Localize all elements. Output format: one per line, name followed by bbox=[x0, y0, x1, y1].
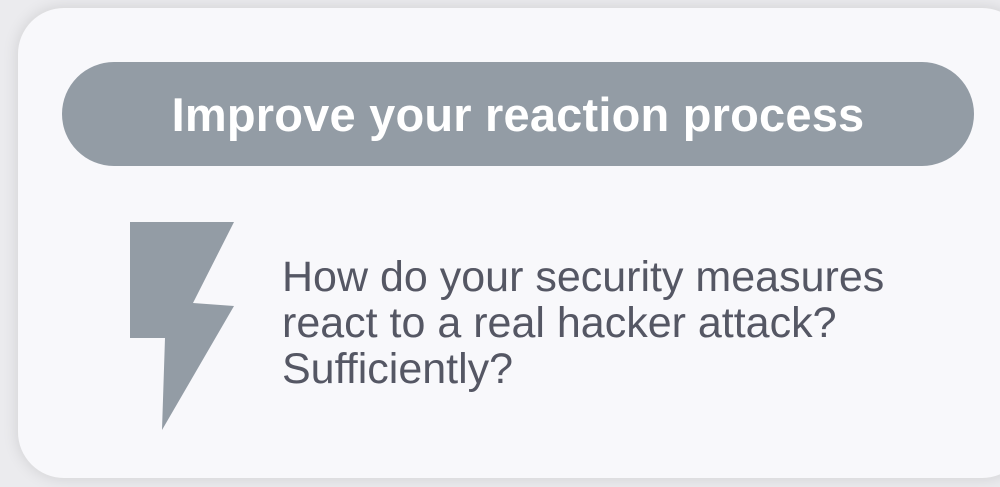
card-description: How do your security measures react to a… bbox=[282, 253, 885, 393]
card-title: Improve your reaction process bbox=[171, 87, 865, 141]
lightning-bolt-icon bbox=[128, 220, 238, 432]
title-banner: Improve your reaction process bbox=[62, 62, 974, 166]
